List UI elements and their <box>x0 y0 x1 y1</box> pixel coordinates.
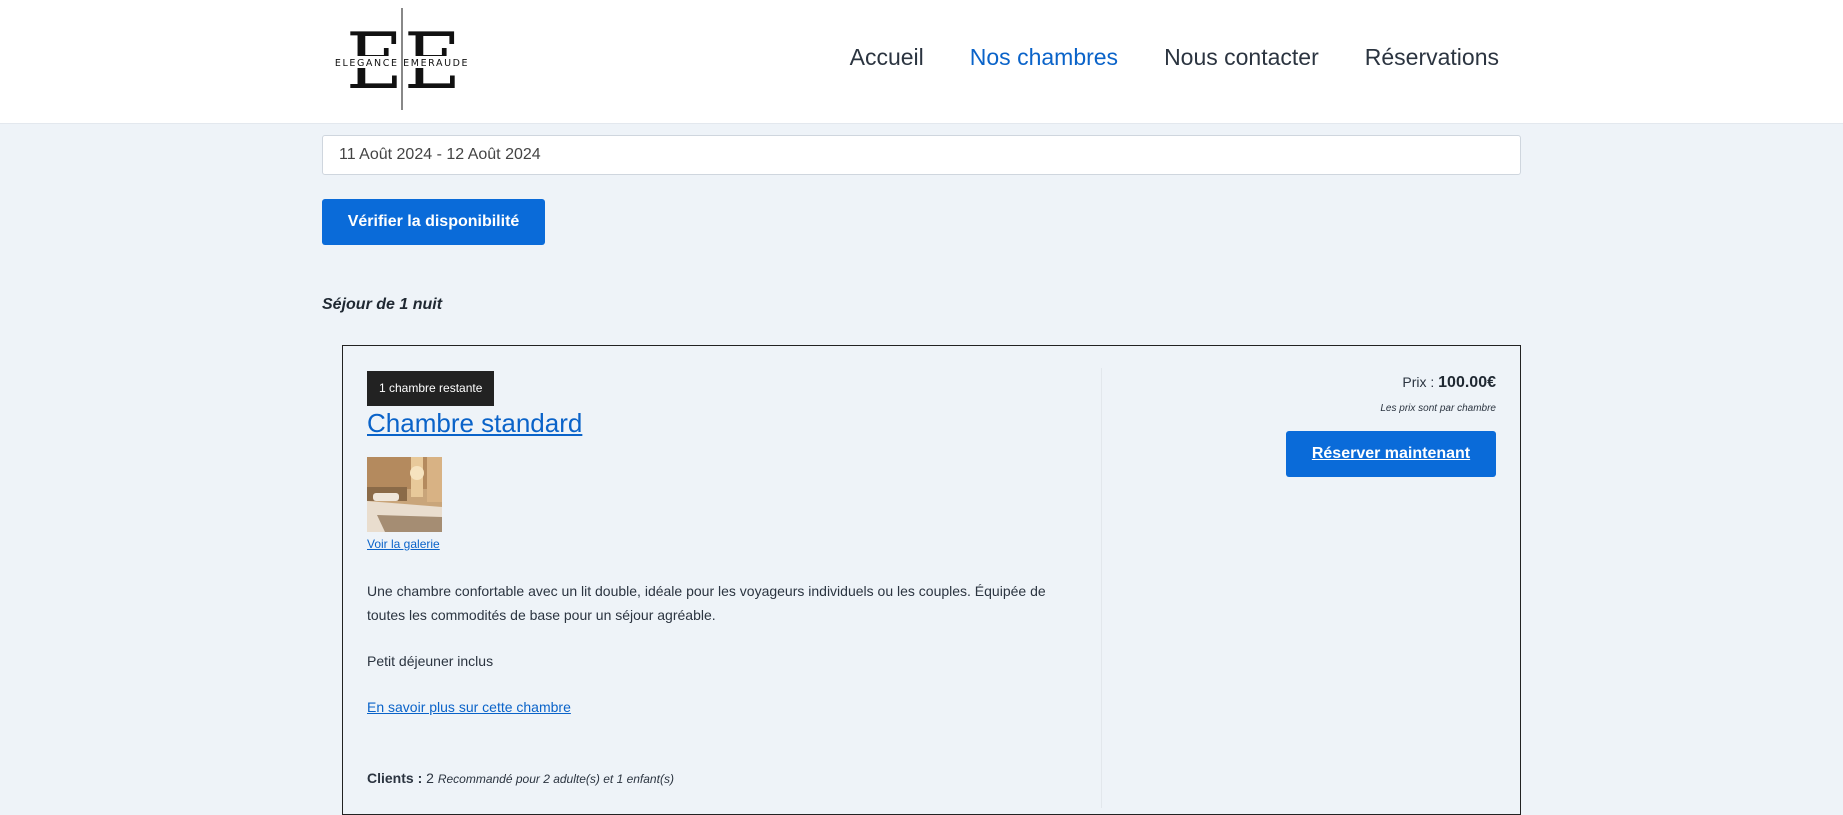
card-divider <box>1101 368 1102 808</box>
price-note: Les prix sont par chambre <box>1380 403 1496 414</box>
clients-info: Clients : 2 Recommandé pour 2 adulte(s) … <box>367 770 674 786</box>
check-availability-button[interactable]: Vérifier la disponibilité <box>322 199 545 245</box>
book-now-button[interactable]: Réserver maintenant <box>1286 431 1496 477</box>
main-nav: Accueil Nos chambres Nous contacter Rése… <box>850 44 1499 71</box>
clients-label: Clients : <box>367 770 423 786</box>
room-card: 1 chambre restante Chambre standard Voir… <box>342 345 1521 815</box>
room-thumbnail[interactable] <box>367 457 442 532</box>
nav-nos-chambres[interactable]: Nos chambres <box>970 44 1118 71</box>
nav-nous-contacter[interactable]: Nous contacter <box>1164 44 1319 71</box>
price-value: 100.00€ <box>1438 374 1496 391</box>
stay-summary: Séjour de 1 nuit <box>322 296 443 313</box>
room-details-link[interactable]: En savoir plus sur cette chambre <box>367 699 571 715</box>
clients-recommendation: Recommandé pour 2 adulte(s) et 1 enfant(… <box>437 772 674 786</box>
site-header: E E ELEGANCE EMERAUDE Accueil Nos chambr… <box>0 0 1843 124</box>
clients-count: 2 <box>426 770 434 786</box>
nav-accueil[interactable]: Accueil <box>850 44 924 71</box>
nav-reservations[interactable]: Réservations <box>1365 44 1499 71</box>
room-price: Prix : 100.00€ <box>1402 374 1496 392</box>
brand-logo[interactable]: E E ELEGANCE EMERAUDE <box>321 8 484 110</box>
room-title-link[interactable]: Chambre standard <box>367 408 582 439</box>
price-label: Prix : <box>1402 374 1435 390</box>
room-description: Une chambre confortable avec un lit doub… <box>367 583 1046 623</box>
availability-badge: 1 chambre restante <box>367 371 495 406</box>
gallery-link[interactable]: Voir la galerie <box>367 537 440 551</box>
date-range-input[interactable] <box>322 135 1521 175</box>
breakfast-info: Petit déjeuner inclus <box>367 653 494 669</box>
svg-text:ELEGANCE EMERAUDE: ELEGANCE EMERAUDE <box>335 58 469 69</box>
